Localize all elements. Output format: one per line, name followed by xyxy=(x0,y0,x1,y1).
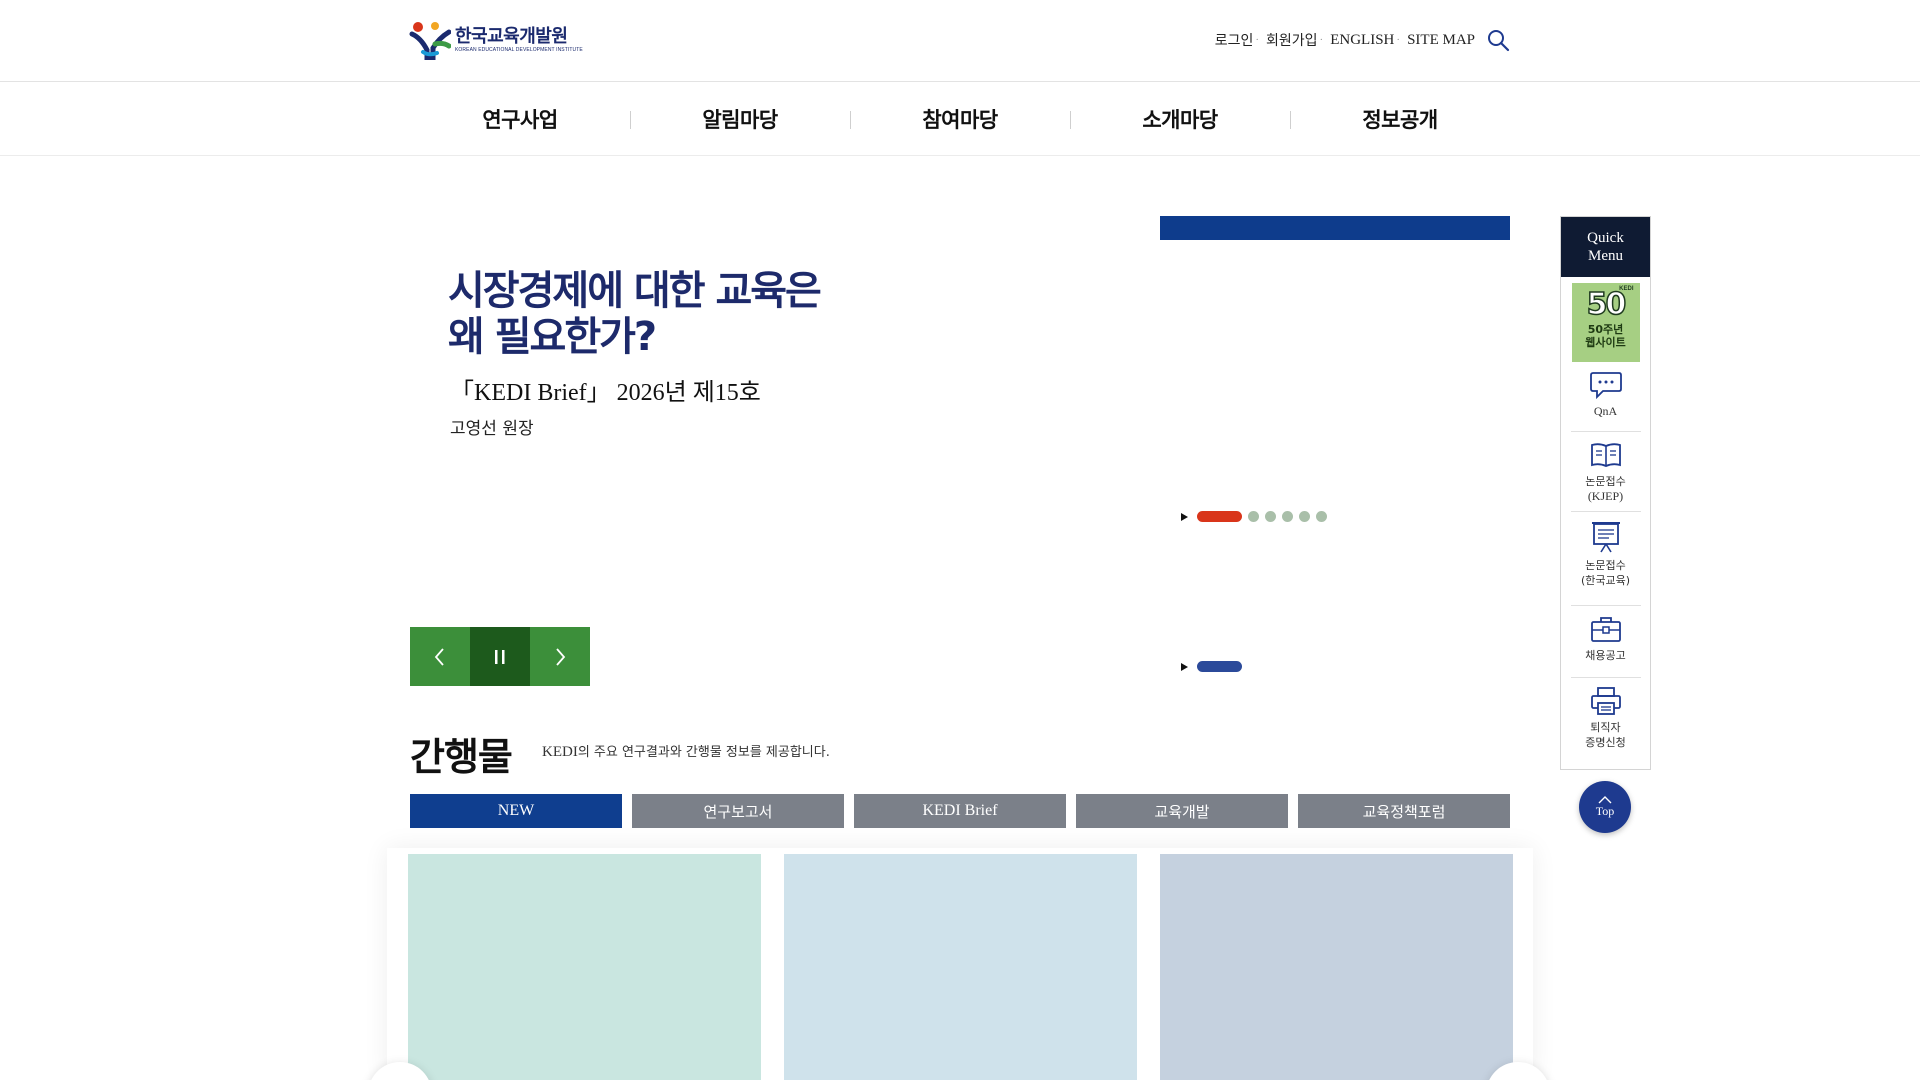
popup-pager xyxy=(1181,511,1333,522)
site-header: 한국교육개발원 KOREAN EDUCATIONAL DEVELOPMENT I… xyxy=(0,0,1920,82)
tab-label: 교육정책포럼 xyxy=(1362,802,1446,821)
util-separator: · xyxy=(1396,34,1401,46)
pause-icon xyxy=(495,649,505,664)
briefcase-icon xyxy=(1590,617,1621,642)
join-link[interactable]: 회원가입 xyxy=(1266,30,1318,50)
book-icon xyxy=(1590,443,1621,467)
quick-item-kjep[interactable]: 논문접수 (KJEP) xyxy=(1570,432,1641,512)
hero-author: 고영선 원장 xyxy=(450,419,534,439)
panel-header-bar xyxy=(1160,216,1510,240)
publication-cards xyxy=(387,848,1533,1080)
tab-research-reports[interactable]: 연구보고서 xyxy=(632,794,844,828)
pager-dot[interactable] xyxy=(1316,511,1327,522)
gnb-item-notice[interactable]: 알림마당 xyxy=(630,82,850,156)
hero-subtitle: 「KEDI Brief」 2026년 제15호 xyxy=(450,380,761,406)
publications-title: 간행물 xyxy=(410,735,513,779)
scroll-top-label: Top xyxy=(1595,803,1615,818)
slider-prev-button[interactable] xyxy=(410,627,470,686)
anniversary-brand: KEDI xyxy=(1619,286,1634,292)
quick-item-label-1: 퇴직자 xyxy=(1590,721,1621,734)
quick-menu-header: Quick Menu xyxy=(1561,217,1650,277)
logo-korean-text: 한국교육개발원 xyxy=(455,25,568,47)
quick-item-korean-education[interactable]: 논문접수 (한국교육) xyxy=(1570,512,1641,606)
tab-policy-forum[interactable]: 교육정책포럼 xyxy=(1298,794,1510,828)
quick-menu: Quick Menu KEDI 50 50주년 웹사이트 QnA 논문접수 (K… xyxy=(1560,216,1651,770)
chat-icon xyxy=(1589,372,1622,400)
anniversary-label-2: 웹사이트 xyxy=(1585,336,1626,349)
gnb-item-participation[interactable]: 참여마당 xyxy=(850,82,1070,156)
quick-item-label: 퇴직자 증명신청 xyxy=(1585,720,1625,750)
presentation-board-icon xyxy=(1591,522,1620,553)
english-link[interactable]: ENGLISH xyxy=(1330,32,1394,49)
quick-item-label-1: 논문접수 xyxy=(1585,475,1626,488)
gnb-item-research[interactable]: 연구사업 xyxy=(410,82,630,156)
pager-dot[interactable] xyxy=(1248,511,1259,522)
publications-description: KEDI의 주요 연구결과와 간행물 정보를 제공합니다. xyxy=(542,741,830,761)
main-navigation: 연구사업 알림마당 참여마당 소개마당 정보공개 xyxy=(0,82,1920,156)
slider-next-button[interactable] xyxy=(530,627,590,686)
anniversary-50-link[interactable]: KEDI 50 50주년 웹사이트 xyxy=(1571,283,1640,362)
tab-label: 연구보고서 xyxy=(703,802,773,821)
publications-tabs: NEW 연구보고서 KEDI Brief 교육개발 교육정책포럼 xyxy=(410,794,1510,828)
chevron-right-icon xyxy=(556,647,566,666)
quick-item-label-2: (한국교육) xyxy=(1580,574,1631,587)
play-icon[interactable] xyxy=(1181,662,1188,671)
quick-item-qna[interactable]: QnA xyxy=(1570,362,1641,432)
gnb-item-about[interactable]: 소개마당 xyxy=(1070,82,1290,156)
quick-item-label-2: (KJEP) xyxy=(1587,489,1624,503)
tab-kedi-brief[interactable]: KEDI Brief xyxy=(854,794,1066,828)
utility-nav: 로그인 · 회원가입 · ENGLISH · SITE MAP xyxy=(1215,28,1510,52)
site-logo[interactable]: 한국교육개발원 KOREAN EDUCATIONAL DEVELOPMENT I… xyxy=(409,20,583,61)
hero-title-line-2: 왜 필요한가? xyxy=(448,314,657,360)
util-separator: · xyxy=(1255,34,1260,46)
slider-controls xyxy=(410,627,590,686)
gnb-item-disclosure[interactable]: 정보공개 xyxy=(1290,82,1510,156)
quick-item-recruitment[interactable]: 채용공고 xyxy=(1570,606,1641,678)
util-separator: · xyxy=(1319,34,1324,46)
pager-dot[interactable] xyxy=(1299,511,1310,522)
banner-pager xyxy=(1181,661,1248,672)
quick-menu-title-1: Quick xyxy=(1587,230,1624,246)
anniversary-label-1: 50주년 xyxy=(1587,323,1624,336)
hero-title[interactable]: 시장경제에 대한 교육은 왜 필요한가? xyxy=(448,268,822,360)
printer-icon xyxy=(1590,687,1621,715)
tab-education-development[interactable]: 교육개발 xyxy=(1076,794,1288,828)
search-icon[interactable] xyxy=(1486,28,1510,52)
slider-pause-button[interactable] xyxy=(470,627,530,686)
publication-card[interactable] xyxy=(1160,854,1513,1080)
quick-item-label: 논문접수 (한국교육) xyxy=(1581,558,1630,588)
chevron-left-icon xyxy=(434,647,444,666)
sitemap-link[interactable]: SITE MAP xyxy=(1407,32,1475,49)
quick-item-label: 논문접수 (KJEP) xyxy=(1585,474,1625,504)
tab-label: 교육개발 xyxy=(1154,802,1210,821)
publication-card[interactable] xyxy=(784,854,1137,1080)
publication-card[interactable] xyxy=(408,854,761,1080)
quick-menu-title-2: Menu xyxy=(1587,248,1623,264)
publications-desc-rest: 의 주요 연구결과와 간행물 정보를 제공합니다. xyxy=(577,745,830,760)
quick-item-label: 채용공고 xyxy=(1585,649,1626,662)
logo-english-text: KOREAN EDUCATIONAL DEVELOPMENT INSTITUTE xyxy=(455,46,583,53)
hero-title-line-1: 시장경제에 대한 교육은 xyxy=(448,268,822,314)
chevron-up-icon xyxy=(1598,795,1612,803)
quick-item-label-1: 논문접수 xyxy=(1585,559,1626,572)
pager-dot-active[interactable] xyxy=(1197,661,1242,672)
tab-new[interactable]: NEW xyxy=(410,794,622,828)
quick-item-retiree-certificate[interactable]: 퇴직자 증명신청 xyxy=(1571,678,1641,764)
play-icon[interactable] xyxy=(1181,512,1188,521)
login-link[interactable]: 로그인 xyxy=(1215,30,1254,50)
kedi-logo-icon xyxy=(409,20,452,61)
pager-dot[interactable] xyxy=(1282,511,1293,522)
pager-dot-active[interactable] xyxy=(1197,511,1242,522)
publications-desc-prefix: KEDI xyxy=(542,744,578,760)
scroll-top-button[interactable]: Top xyxy=(1579,781,1631,833)
quick-item-label: QnA xyxy=(1593,404,1618,418)
pager-dot[interactable] xyxy=(1265,511,1276,522)
quick-item-label-2: 증명신청 xyxy=(1585,736,1626,749)
